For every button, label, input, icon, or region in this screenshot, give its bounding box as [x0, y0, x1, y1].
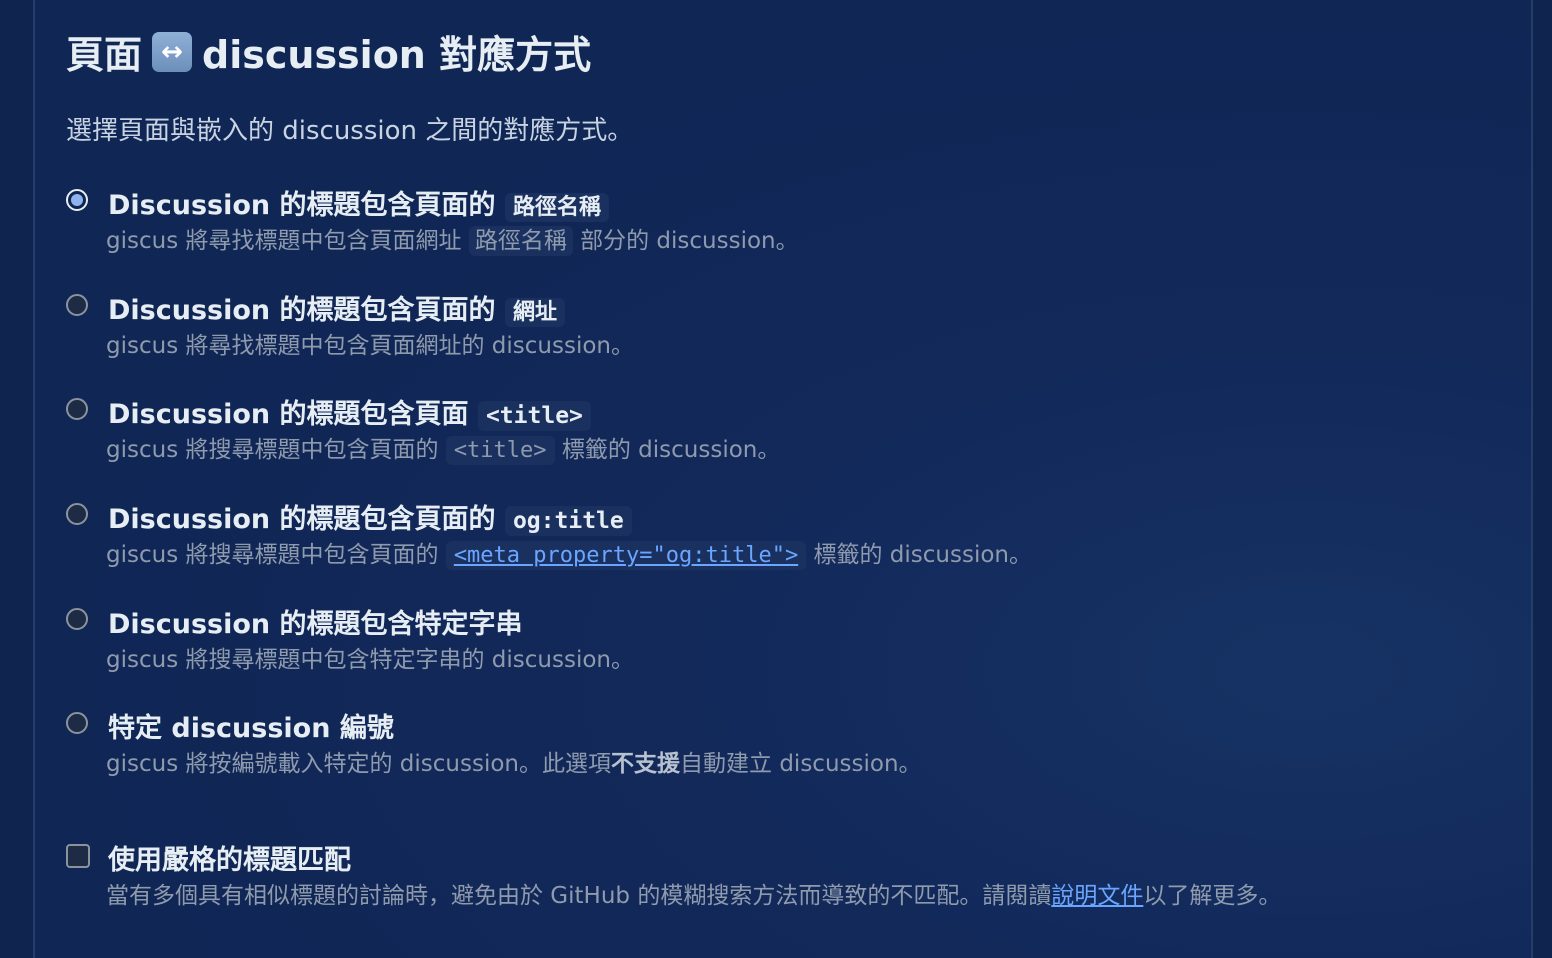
radio-title[interactable]	[66, 398, 88, 420]
left-right-arrow-icon: ↔	[152, 31, 193, 72]
section-title: 頁面 ↔ discussion 對應方式	[66, 24, 591, 79]
documentation-link[interactable]: 說明文件	[1051, 883, 1143, 909]
option-description: giscus 將搜尋標題中包含頁面的 <title> 標籤的 discussio…	[106, 436, 781, 465]
option-label[interactable]: Discussion 的標題包含頁面 <title>	[108, 392, 591, 431]
option-description: giscus 將尋找標題中包含頁面網址的 discussion。	[106, 333, 635, 359]
section-description: 選擇頁面與嵌入的 discussion 之間的對應方式。	[66, 116, 634, 146]
option-description: giscus 將按編號載入特定的 discussion。此選項不支援自動建立 d…	[106, 751, 922, 777]
desc-chip: 路徑名稱	[468, 226, 573, 256]
radio-url[interactable]	[66, 294, 88, 316]
strict-matching-label[interactable]: 使用嚴格的標題匹配	[108, 838, 351, 877]
strict-matching-checkbox[interactable]	[66, 844, 90, 868]
option-description: giscus 將尋找標題中包含頁面網址 路徑名稱 部分的 discussion。	[106, 226, 799, 256]
strict-matching-description: 當有多個具有相似標題的討論時，避免由於 GitHub 的模糊搜索方法而導致的不匹…	[106, 883, 1282, 909]
option-description: giscus 將搜尋標題中包含特定字串的 discussion。	[106, 647, 635, 673]
title-text-left: 頁面	[66, 33, 143, 77]
label-chip: 路徑名稱	[504, 193, 609, 222]
radio-og-title[interactable]	[66, 503, 88, 525]
option-label[interactable]: Discussion 的標題包含特定字串	[108, 602, 523, 641]
option-label[interactable]: Discussion 的標題包含頁面的 og:title	[108, 497, 632, 536]
label-code: <title>	[477, 401, 591, 431]
radio-specific-term[interactable]	[66, 608, 88, 630]
option-label[interactable]: Discussion 的標題包含頁面的 路徑名稱	[108, 183, 609, 222]
radio-specific-number[interactable]	[66, 712, 88, 734]
option-label[interactable]: 特定 discussion 編號	[108, 706, 394, 745]
title-text-right: discussion 對應方式	[202, 33, 592, 77]
label-chip: 網址	[504, 298, 565, 327]
option-label[interactable]: Discussion 的標題包含頁面的 網址	[108, 288, 565, 327]
not-supported-emphasis: 不支援	[611, 751, 681, 777]
radio-pathname[interactable]	[66, 189, 88, 211]
desc-code: <title>	[445, 436, 555, 465]
meta-og-title-link[interactable]: <meta property="og:title">	[445, 541, 807, 570]
option-description: giscus 將搜尋標題中包含頁面的 <meta property="og:ti…	[106, 541, 1033, 570]
label-code: og:title	[504, 506, 632, 536]
